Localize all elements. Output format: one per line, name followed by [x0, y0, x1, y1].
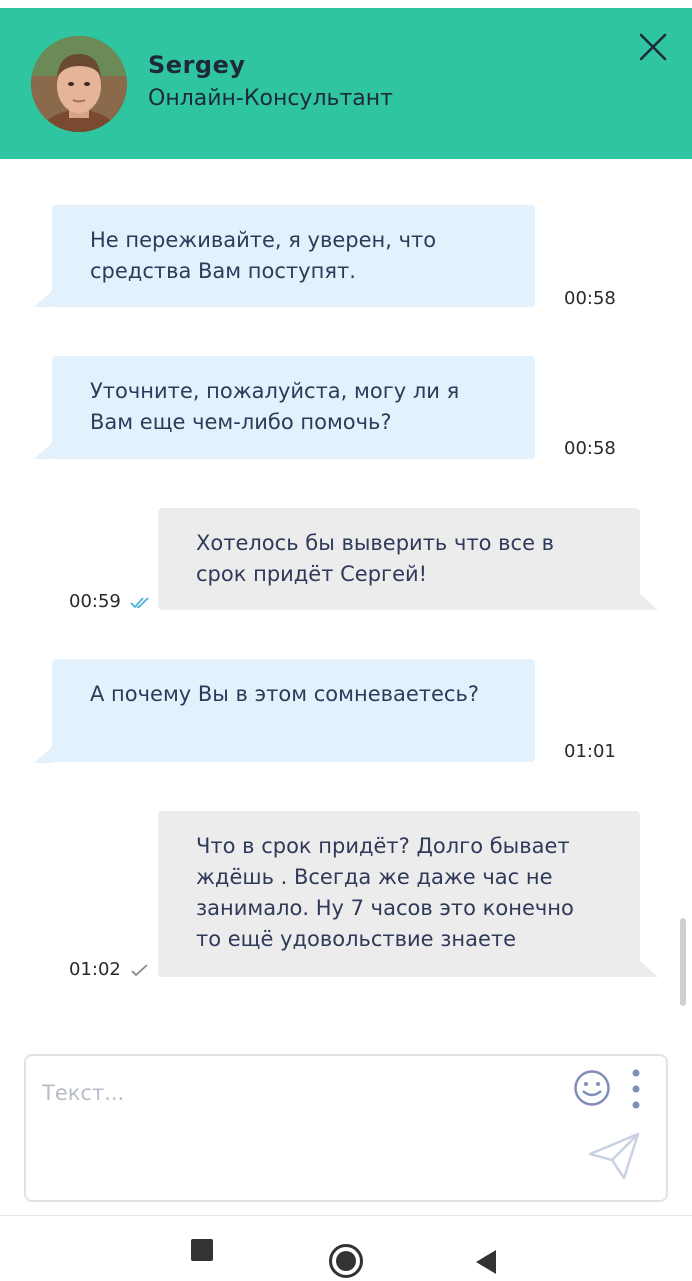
message-time: 01:01	[564, 741, 616, 762]
message-text: Уточните, пожалуйста, могу ли я Вам еще …	[52, 356, 535, 459]
bubble-tail	[34, 289, 54, 307]
chat-header: Sergey Онлайн-Консультант	[0, 8, 692, 159]
status-strip	[0, 0, 692, 8]
bubble-tail	[638, 959, 658, 977]
message-text: Не переживайте, я уверен, что средства В…	[52, 205, 535, 307]
contact-name: Sergey	[148, 51, 246, 79]
more-vertical-icon[interactable]	[626, 1066, 646, 1112]
system-nav-bar	[0, 1215, 692, 1281]
bubble-tail	[638, 592, 658, 610]
emoji-icon[interactable]	[572, 1068, 612, 1108]
message-time: 00:59	[69, 591, 121, 612]
check-icon	[131, 964, 148, 977]
send-icon[interactable]	[586, 1130, 642, 1182]
home-circle-icon[interactable]	[327, 1242, 365, 1280]
message-composer	[24, 1054, 668, 1202]
message-text: Хотелось бы выверить что все в срок прид…	[158, 508, 640, 610]
scrollbar[interactable]	[680, 918, 686, 1006]
back-triangle-icon[interactable]	[474, 1249, 498, 1275]
close-icon[interactable]	[636, 30, 670, 64]
message-text: А почему Вы в этом сомневаетесь?	[52, 659, 535, 762]
contact-role: Онлайн-Консультант	[148, 86, 393, 111]
double-check-icon	[130, 597, 149, 609]
bubble-tail	[34, 745, 54, 763]
message-text: Что в срок придёт? Долго бывает ждёшь . …	[158, 811, 640, 977]
avatar	[31, 36, 127, 132]
recents-square-icon[interactable]	[190, 1238, 214, 1262]
message-input[interactable]	[40, 1074, 564, 1112]
bubble-tail	[34, 441, 54, 459]
message-time: 00:58	[564, 438, 616, 459]
message-time: 01:02	[69, 959, 121, 980]
message-time: 00:58	[564, 288, 616, 309]
